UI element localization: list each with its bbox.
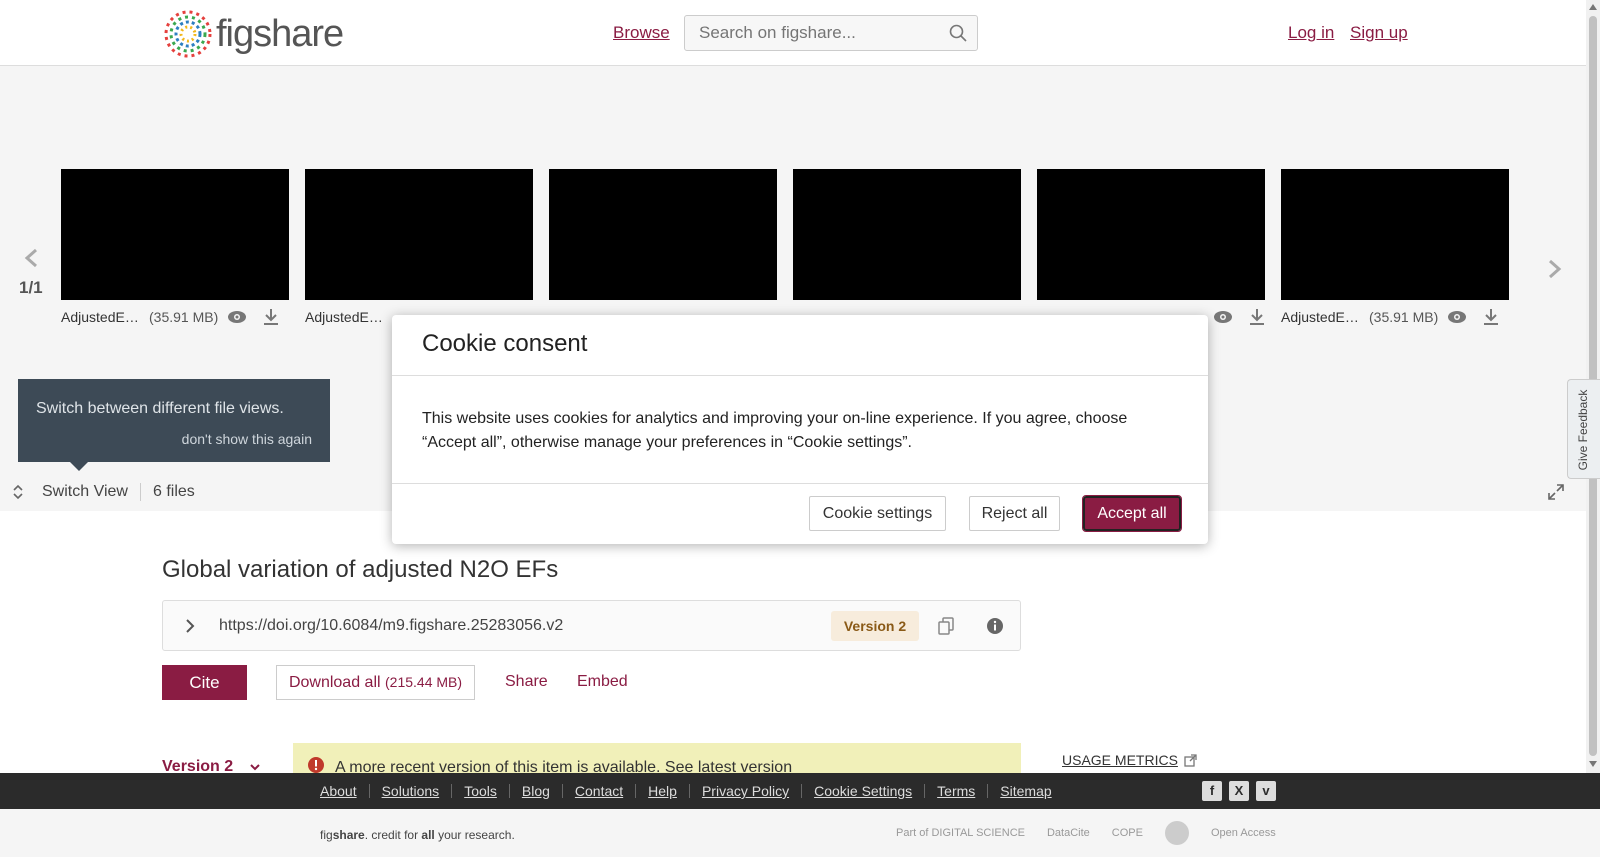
- modal-title: Cookie consent: [422, 330, 588, 357]
- accept-all-button[interactable]: Accept all: [1082, 495, 1182, 532]
- cookie-consent-modal: Cookie consent This website uses cookies…: [392, 315, 1208, 544]
- modal-footer: Cookie settings Reject all Accept all: [392, 484, 1208, 544]
- reject-all-button[interactable]: Reject all: [969, 496, 1060, 531]
- modal-body: This website uses cookies for analytics …: [392, 376, 1208, 484]
- modal-header: Cookie consent: [392, 315, 1208, 376]
- modal-text: This website uses cookies for analytics …: [422, 410, 1128, 451]
- cookie-settings-button[interactable]: Cookie settings: [809, 496, 946, 531]
